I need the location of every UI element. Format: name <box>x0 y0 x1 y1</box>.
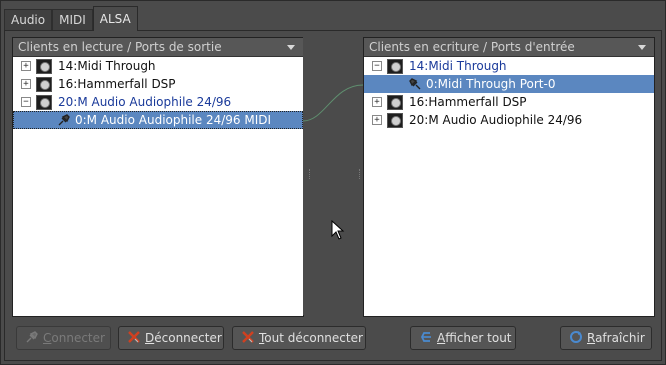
tree-client-row[interactable]: + 16:Hammerfall DSP <box>13 75 303 93</box>
expand-icon[interactable]: + <box>372 97 382 107</box>
midi-device-icon <box>387 59 403 74</box>
tab-midi[interactable]: MIDI <box>52 9 93 30</box>
client-label: 16:Hammerfall DSP <box>409 95 527 109</box>
disconnect-all-x-icon <box>241 330 255 344</box>
tab-audio[interactable]: Audio <box>4 9 53 30</box>
tree-client-row[interactable]: + 14:Midi Through <box>13 57 303 75</box>
midi-device-icon <box>36 95 52 110</box>
disconnect-x-icon <box>127 330 141 344</box>
connect-plug-icon <box>25 330 39 344</box>
connect-button[interactable]: Connecter <box>16 326 111 350</box>
port-label: 0:Midi Through Port-0 <box>426 77 556 91</box>
midi-plug-icon <box>58 114 70 126</box>
refresh-button-mnemonic: R <box>587 331 596 345</box>
tab-alsa[interactable]: ALSA <box>92 6 138 31</box>
disconnect-all-button-label: out déconnecter <box>264 331 363 345</box>
disconnect-button-mnemonic: D <box>145 331 155 345</box>
readable-clients-panel[interactable]: Clients en lecture / Ports de sortie + 1… <box>12 37 304 317</box>
chevron-down-icon[interactable] <box>287 45 295 50</box>
alsa-connections-window: Audio MIDI ALSA Clients en lecture / Por… <box>0 0 666 365</box>
midi-device-icon <box>36 59 52 74</box>
tree-port-row[interactable]: 0:M Audio Audiophile 24/96 MIDI <box>13 111 303 129</box>
disconnect-all-button[interactable]: Tout déconnecter <box>232 326 366 350</box>
refresh-button[interactable]: Rafraîchir <box>560 326 652 350</box>
tree-port-row[interactable]: 0:Midi Through Port-0 <box>364 75 654 93</box>
midi-plug-icon <box>409 78 421 90</box>
writable-clients-header[interactable]: Clients en ecriture / Ports d'entrée <box>364 38 654 57</box>
show-all-icon <box>419 330 433 344</box>
writable-clients-panel[interactable]: Clients en ecriture / Ports d'entrée − 1… <box>363 37 655 317</box>
refresh-icon <box>569 330 583 344</box>
show-all-button[interactable]: Afficher tout <box>410 326 516 350</box>
alsa-tab-pane: Clients en lecture / Ports de sortie + 1… <box>4 30 662 361</box>
expand-icon[interactable]: + <box>21 61 31 71</box>
show-all-button-label: fficher tout <box>445 331 512 345</box>
client-label: 20:M Audio Audiophile 24/96 <box>409 113 583 127</box>
expand-icon[interactable]: + <box>372 115 382 125</box>
client-label: 16:Hammerfall DSP <box>58 77 176 91</box>
connect-button-label: onnecter <box>51 331 105 345</box>
tree-client-row[interactable]: − 14:Midi Through <box>364 57 654 75</box>
readable-clients-header[interactable]: Clients en lecture / Ports de sortie <box>13 38 303 57</box>
disconnect-button-label: éconnecter <box>154 331 222 345</box>
connections-view[interactable] <box>302 37 364 315</box>
midi-device-icon <box>387 95 403 110</box>
writable-clients-header-label: Clients en ecriture / Ports d'entrée <box>369 40 575 54</box>
chevron-down-icon[interactable] <box>638 45 646 50</box>
client-label: 14:Midi Through <box>58 59 156 73</box>
refresh-button-label: afraîchir <box>595 331 645 345</box>
expand-icon[interactable]: + <box>21 79 31 89</box>
collapse-icon[interactable]: − <box>21 97 31 107</box>
tree-client-row[interactable]: − 20:M Audio Audiophile 24/96 <box>13 93 303 111</box>
tree-client-row[interactable]: + 20:M Audio Audiophile 24/96 <box>364 111 654 129</box>
mouse-cursor-icon <box>331 219 345 243</box>
port-label: 0:M Audio Audiophile 24/96 MIDI <box>75 113 272 127</box>
midi-device-icon <box>36 77 52 92</box>
midi-device-icon <box>387 113 403 128</box>
disconnect-button[interactable]: Déconnecter <box>118 326 224 350</box>
tree-client-row[interactable]: + 16:Hammerfall DSP <box>364 93 654 111</box>
client-label: 14:Midi Through <box>409 59 507 73</box>
client-label: 20:M Audio Audiophile 24/96 <box>58 95 232 109</box>
collapse-icon[interactable]: − <box>372 61 382 71</box>
splitter-grip[interactable] <box>309 169 313 179</box>
tab-bar: Audio MIDI ALSA <box>4 6 138 31</box>
readable-clients-header-label: Clients en lecture / Ports de sortie <box>18 40 222 54</box>
show-all-button-mnemonic: A <box>437 331 446 345</box>
